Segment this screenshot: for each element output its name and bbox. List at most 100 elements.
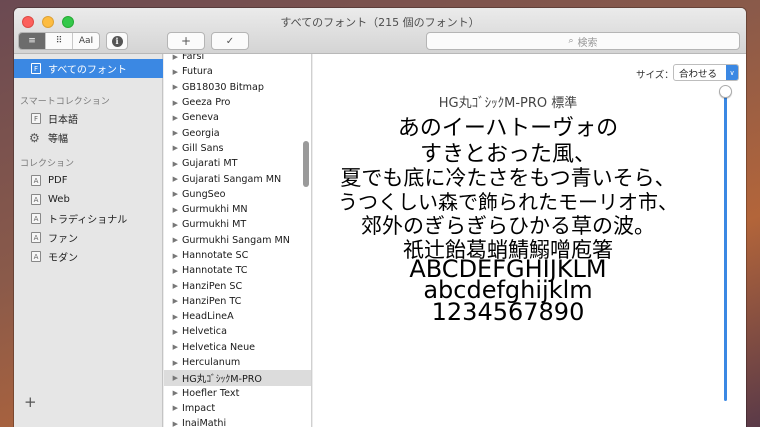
disclosure-triangle-icon[interactable]: ▶ [164,282,178,290]
sidebar-item-fun[interactable]: A ファン [14,228,163,247]
font-collection-icon: A [31,194,41,205]
disclosure-triangle-icon[interactable]: ▶ [164,99,178,107]
preview-size-slider-knob[interactable] [719,85,732,98]
validate-font-button[interactable]: ✓ [211,32,249,50]
disclosure-triangle-icon[interactable]: ▶ [164,54,178,61]
sidebar-item-web[interactable]: A Web [14,190,163,209]
disclosure-triangle-icon[interactable]: ▶ [164,252,178,260]
font-list-item-label: Herculanum [182,357,241,369]
sidebar-item-monospace[interactable]: ⚙ 等幅 [14,128,163,147]
sample-view-icon[interactable]: AaI [73,33,99,49]
add-font-button[interactable]: + [167,32,205,50]
font-list-item[interactable]: ▶ HanziPen SC [164,278,311,293]
grid-view-icon[interactable]: ⠿ [46,33,73,49]
font-list-item-label: Geeza Pro [182,97,231,109]
size-select[interactable]: 合わせる ∨ [673,64,739,81]
font-list-item[interactable]: ▶ Gurmukhi MN [164,202,311,217]
font-list-item[interactable]: ▶ Gurmukhi MT [164,217,311,232]
disclosure-triangle-icon[interactable]: ▶ [164,404,178,412]
font-list-item[interactable]: ▶ Geeza Pro [164,95,311,110]
font-list-item-label: Helvetica [182,326,227,338]
disclosure-triangle-icon[interactable]: ▶ [164,114,178,122]
search-field[interactable]: ⌕ 検索 [426,32,740,50]
font-list-item[interactable]: ▶ HG丸ｺﾞｼｯｸM-PRO [164,370,311,386]
size-select-value: 合わせる [679,68,718,80]
disclosure-triangle-icon[interactable]: ▶ [164,236,178,244]
font-list-item[interactable]: ▶ InaiMathi [164,416,311,427]
font-list-item[interactable]: ▶ Gujarati Sangam MN [164,171,311,186]
font-list-item[interactable]: ▶ Farsi [164,54,311,64]
sidebar-item-japanese[interactable]: F 日本語 [14,109,163,128]
font-list-item[interactable]: ▶ Hannotate TC [164,263,311,278]
font-list-item-label: Hoefler Text [182,387,240,399]
disclosure-triangle-icon[interactable]: ▶ [164,343,178,351]
disclosure-triangle-icon[interactable]: ▶ [164,313,178,321]
list-view-icon[interactable]: ≡ [19,33,46,49]
font-list-item-label: Helvetica Neue [182,341,256,353]
view-mode-segmented-control[interactable]: ≡ ⠿ AaI [18,32,100,50]
font-list-item-label: Geneva [182,112,219,124]
sidebar-item-modern[interactable]: A モダン [14,247,163,266]
disclosure-triangle-icon[interactable]: ▶ [164,374,178,382]
disclosure-triangle-icon[interactable]: ▶ [164,389,178,397]
disclosure-triangle-icon[interactable]: ▶ [164,206,178,214]
font-list-item[interactable]: ▶ Hannotate SC [164,248,311,263]
preview-font-name: HG丸ｺﾞｼｯｸM-PRO 標準 [438,96,578,111]
font-list-item[interactable]: ▶ Gurmukhi Sangam MN [164,233,311,248]
disclosure-triangle-icon[interactable]: ▶ [164,297,178,305]
font-list-item[interactable]: ▶ HanziPen TC [164,294,311,309]
info-icon: i [111,35,123,47]
sidebar-item-label: 日本語 [48,115,78,126]
sidebar-item-traditional[interactable]: A トラディショナル [14,209,163,228]
font-list-item-label: Gujarati Sangam MN [182,173,282,185]
font-list-item[interactable]: ▶ Futura [164,64,311,79]
disclosure-triangle-icon[interactable]: ▶ [164,129,178,137]
disclosure-triangle-icon[interactable]: ▶ [164,68,178,76]
font-list-scrollbar[interactable] [303,141,309,187]
sidebar-item-label: 等幅 [48,134,68,145]
smart-collection-header: スマートコレクション [20,97,110,107]
font-list-item[interactable]: ▶ Gill Sans [164,141,311,156]
font-list-item-label: GB18030 Bitmap [182,81,264,93]
title-bar: すべてのフォント（215 個のフォント） ≡ ⠿ AaI i + ✓ ⌕ 検索 [14,8,746,54]
disclosure-triangle-icon[interactable]: ▶ [164,144,178,152]
disclosure-triangle-icon[interactable]: ▶ [164,160,178,168]
font-list-item[interactable]: ▶ Herculanum [164,355,311,370]
font-list-item-label: Futura [182,66,213,78]
font-list-item-label: Gill Sans [182,142,224,154]
font-list-item-label: HanziPen SC [182,280,243,292]
font-list-item[interactable]: ▶ Helvetica [164,324,311,339]
font-list-item[interactable]: ▶ GB18030 Bitmap [164,80,311,95]
size-label: サイズ： [636,70,674,81]
font-collection-icon: A [31,175,41,186]
font-list-item-label: HeadLineA [182,311,234,323]
font-list[interactable]: ▶ Farsi ▶ Futura ▶ GB18030 Bitmap ▶ Geeza Pro ▶ G… [164,54,312,427]
disclosure-triangle-icon[interactable]: ▶ [164,420,178,427]
font-list-item[interactable]: ▶ HeadLineA [164,309,311,324]
font-list-item-label: Gujarati MT [182,158,238,170]
disclosure-triangle-icon[interactable]: ▶ [164,359,178,367]
preview-size-slider-track[interactable] [724,89,727,401]
font-collection-icon: A [31,232,41,243]
font-book-window: すべてのフォント（215 個のフォント） ≡ ⠿ AaI i + ✓ ⌕ 検索 … [14,8,746,427]
disclosure-triangle-icon[interactable]: ▶ [164,190,178,198]
sidebar-item-pdf[interactable]: A PDF [14,171,163,190]
disclosure-triangle-icon[interactable]: ▶ [164,267,178,275]
font-list-item[interactable]: ▶ Helvetica Neue [164,340,311,355]
sidebar-item-label: トラディショナル [48,215,128,226]
collection-header: コレクション [20,159,75,169]
font-list-item[interactable]: ▶ Geneva [164,110,311,125]
font-list-item[interactable]: ▶ GungSeo [164,187,311,202]
sidebar-item-label: Web [48,194,70,205]
disclosure-triangle-icon[interactable]: ▶ [164,83,178,91]
add-collection-button[interactable]: + [24,393,37,411]
disclosure-triangle-icon[interactable]: ▶ [164,175,178,183]
font-list-item[interactable]: ▶ Georgia [164,125,311,140]
sidebar-item-all-fonts[interactable]: F すべてのフォント [14,59,163,78]
font-list-item[interactable]: ▶ Hoefler Text [164,386,311,401]
font-list-item[interactable]: ▶ Impact [164,401,311,416]
disclosure-triangle-icon[interactable]: ▶ [164,221,178,229]
disclosure-triangle-icon[interactable]: ▶ [164,328,178,336]
font-list-item[interactable]: ▶ Gujarati MT [164,156,311,171]
info-button[interactable]: i [106,32,128,50]
